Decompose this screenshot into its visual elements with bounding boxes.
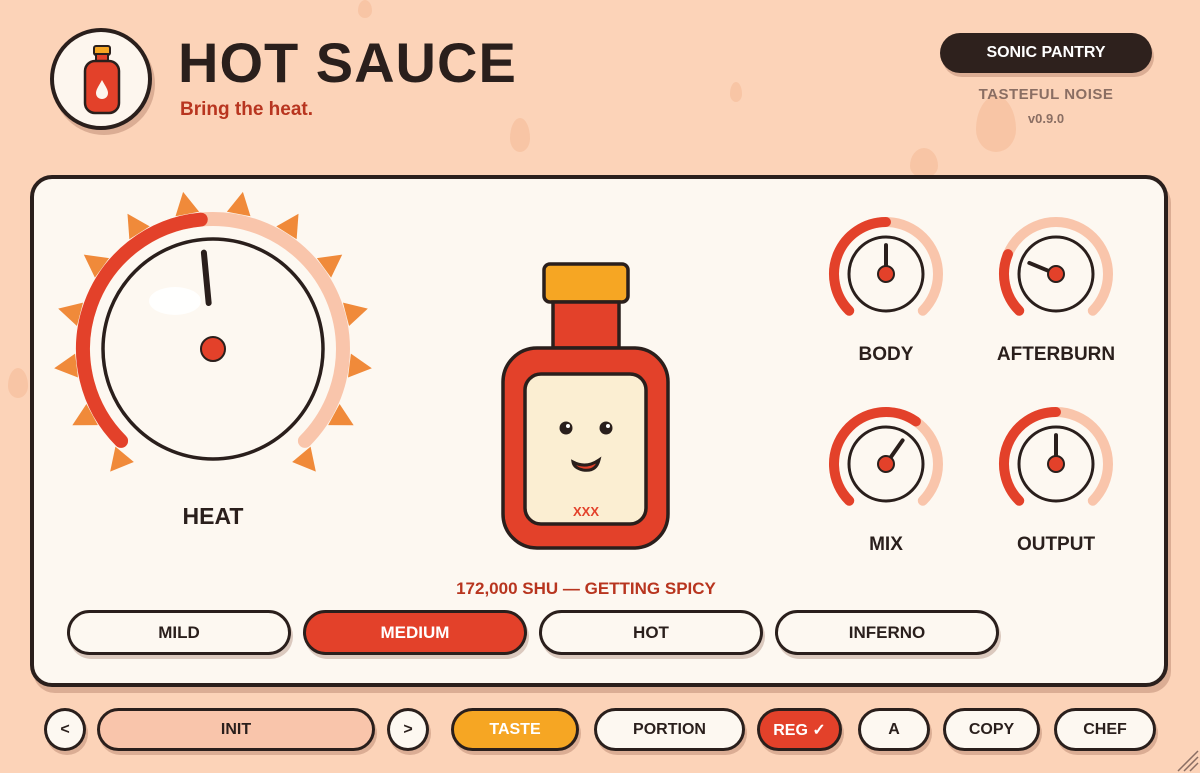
brand-button[interactable]: SONIC PANTRY	[940, 33, 1152, 73]
brand-subtitle: TASTEFUL NOISE	[978, 86, 1114, 103]
tagline: Bring the heat.	[180, 99, 314, 120]
bottle-label: XXX	[573, 504, 599, 519]
preset-name-field[interactable]: INIT	[97, 708, 375, 751]
heat-readout: 172,000 SHU — GETTING SPICY	[456, 579, 716, 598]
preset-medium[interactable]: MEDIUM	[303, 610, 527, 655]
body-label: BODY	[858, 344, 914, 365]
chef-button[interactable]: CHEF	[1054, 708, 1156, 751]
version-label: v0.9.0	[1027, 111, 1065, 126]
preset-mild[interactable]: MILD	[67, 610, 291, 655]
bottle-eye-right	[599, 421, 613, 435]
sauce-bottle-logo-icon	[83, 45, 121, 115]
next-preset-button[interactable]: >	[387, 708, 429, 751]
afterburn-label: AFTERBURN	[996, 344, 1116, 365]
reg-button[interactable]: REG ✓	[757, 708, 842, 751]
preset-hot[interactable]: HOT	[539, 610, 763, 655]
background-drop-icon	[510, 118, 530, 152]
prev-preset-button[interactable]: <	[44, 708, 86, 751]
heat-label: HEAT	[182, 503, 244, 529]
background-drop-icon	[910, 148, 938, 178]
bottle-mascot: XXX	[501, 262, 670, 550]
logo	[50, 28, 152, 130]
output-label: OUTPUT	[1016, 534, 1096, 555]
portion-button[interactable]: PORTION	[594, 708, 745, 751]
preset-inferno[interactable]: INFERNO	[775, 610, 999, 655]
mix-label: MIX	[869, 534, 903, 555]
ab-button[interactable]: A	[858, 708, 930, 751]
background-drop-icon	[358, 0, 372, 18]
taste-button[interactable]: TASTE	[451, 708, 579, 751]
copy-button[interactable]: COPY	[943, 708, 1040, 751]
app-title: HOT SAUCE	[178, 31, 517, 94]
resize-handle-icon[interactable]	[1170, 743, 1200, 773]
background-drop-icon	[730, 82, 742, 102]
background-drop-icon	[8, 368, 28, 398]
bottle-eye-left	[559, 421, 573, 435]
